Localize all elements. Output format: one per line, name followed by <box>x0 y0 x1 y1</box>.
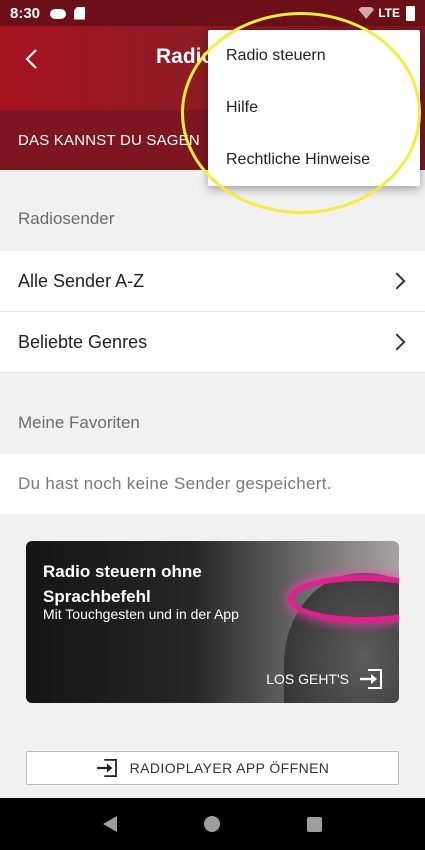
list-item-label: Alle Sender A-Z <box>18 270 145 291</box>
menu-item-radio-steuern[interactable]: Radio steuern <box>208 30 420 82</box>
status-bar: 8:30 LTE <box>0 0 425 26</box>
open-radioplayer-button[interactable]: RADIOPLAYER APP ÖFFNEN <box>26 751 399 785</box>
promo-cta-label: LOS GEHT'S <box>266 671 349 687</box>
list-item-label: Beliebte Genres <box>18 331 148 352</box>
network-type: LTE <box>378 6 400 20</box>
wifi-icon <box>358 7 375 19</box>
nav-back-icon[interactable] <box>103 816 118 832</box>
page-title: Radio <box>156 45 215 68</box>
promo-card[interactable]: Radio steuern ohne Sprachbefehl Mit Touc… <box>26 541 399 703</box>
banner-label: DAS KANNST DU SAGEN <box>18 131 200 149</box>
promo-subline: Mit Touchgesten und in der App <box>43 606 239 622</box>
chevron-right-icon <box>388 272 406 290</box>
status-time: 8:30 <box>10 4 41 22</box>
overflow-menu: Radio steuern Hilfe Rechtliche Hinweise <box>208 30 420 186</box>
exit-icon <box>360 669 382 689</box>
chevron-right-icon <box>388 333 406 351</box>
menu-item-rechtliche-hinweise[interactable]: Rechtliche Hinweise <box>208 134 420 186</box>
system-nav-bar <box>0 798 425 850</box>
status-right: LTE <box>358 5 415 21</box>
favorites-empty-message: Du hast noch keine Sender gespeichert. <box>0 454 425 514</box>
sd-card-icon <box>74 6 86 20</box>
exit-icon <box>96 759 117 777</box>
section-header-favoriten: Meine Favoriten <box>18 413 140 432</box>
promo-headline: Radio steuern ohne Sprachbefehl <box>43 562 202 606</box>
open-radioplayer-label: RADIOPLAYER APP ÖFFNEN <box>129 760 330 776</box>
list-item-beliebte-genres[interactable]: Beliebte Genres <box>0 312 425 373</box>
battery-icon <box>406 5 415 21</box>
nav-home-icon[interactable] <box>203 816 220 832</box>
cloud-icon <box>50 9 67 19</box>
section-header-radiosender: Radiosender <box>18 209 115 228</box>
back-button[interactable] <box>16 44 46 74</box>
list-item-alle-sender[interactable]: Alle Sender A-Z <box>0 251 425 312</box>
screen: 8:30 LTE Radio DAS KANNST DU SAGEN Radio… <box>0 0 425 850</box>
promo-cta[interactable]: LOS GEHT'S <box>266 669 383 689</box>
nav-recents-icon[interactable] <box>306 816 322 832</box>
chevron-left-icon <box>25 49 37 69</box>
menu-item-hilfe[interactable]: Hilfe <box>208 82 420 134</box>
